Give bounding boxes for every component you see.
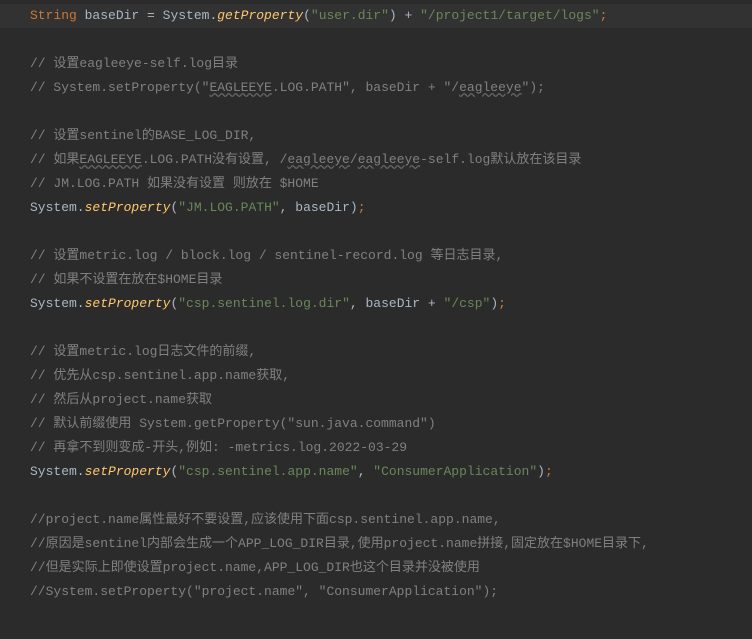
comment-line: // 然后从project.name获取 <box>30 388 742 412</box>
comment-line: // 设置sentinel的BASE_LOG_DIR, <box>30 124 742 148</box>
blank-line <box>30 28 742 52</box>
code-line: System.setProperty("csp.sentinel.app.nam… <box>30 460 742 484</box>
comment-line: //原因是sentinel内部会生成一个APP_LOG_DIR目录,使用proj… <box>30 532 742 556</box>
semicolon: ; <box>545 464 553 479</box>
operator: = <box>147 8 163 23</box>
blank-line <box>30 316 742 340</box>
semicolon: ; <box>358 200 366 215</box>
code-line: System.setProperty("JM.LOG.PATH", baseDi… <box>30 196 742 220</box>
comment-line: // System.setProperty("EAGLEEYE.LOG.PATH… <box>30 76 742 100</box>
string-literal: "/project1/target/logs" <box>420 8 599 23</box>
comment-line: // 设置metric.log / block.log / sentinel-r… <box>30 244 742 268</box>
paren: ) <box>490 296 498 311</box>
class-ref: System. <box>30 200 85 215</box>
keyword: String <box>30 8 77 23</box>
method-call: setProperty <box>85 296 171 311</box>
method-call: setProperty <box>85 200 171 215</box>
paren: ( <box>303 8 311 23</box>
class-ref: System. <box>30 464 85 479</box>
comma: , <box>280 200 296 215</box>
string-literal: "ConsumerApplication" <box>373 464 537 479</box>
method-call: getProperty <box>217 8 303 23</box>
code-line: System.setProperty("csp.sentinel.log.dir… <box>30 292 742 316</box>
code-line: String baseDir = System.getProperty("use… <box>0 4 752 28</box>
comma: , <box>350 296 366 311</box>
variable: baseDir <box>77 8 147 23</box>
string-literal: "csp.sentinel.log.dir" <box>178 296 350 311</box>
comment-line: // 默认前缀使用 System.getProperty("sun.java.c… <box>30 412 742 436</box>
class-ref: System. <box>30 296 85 311</box>
comment-line: // 如果不设置在放在$HOME目录 <box>30 268 742 292</box>
string-literal: "csp.sentinel.app.name" <box>178 464 357 479</box>
comment-line: // 如果EAGLEEYE.LOG.PATH没有设置, /eagleeye/ea… <box>30 148 742 172</box>
paren: ) <box>537 464 545 479</box>
class-ref: System. <box>163 8 218 23</box>
comment-line: //System.setProperty("project.name", "Co… <box>30 580 742 604</box>
semicolon: ; <box>600 8 608 23</box>
semicolon: ; <box>498 296 506 311</box>
variable: baseDir <box>366 296 421 311</box>
blank-line <box>30 484 742 508</box>
code-editor[interactable]: String baseDir = System.getProperty("use… <box>0 0 752 608</box>
comment-line: // 设置metric.log日志文件的前缀, <box>30 340 742 364</box>
comment-line: // 优先从csp.sentinel.app.name获取, <box>30 364 742 388</box>
blank-line <box>30 220 742 244</box>
blank-line <box>30 100 742 124</box>
comment-line: //但是实际上即使设置project.name,APP_LOG_DIR也这个目录… <box>30 556 742 580</box>
string-literal: "JM.LOG.PATH" <box>178 200 279 215</box>
comma: , <box>358 464 374 479</box>
string-literal: "/csp" <box>444 296 491 311</box>
operator: + <box>397 8 420 23</box>
variable: baseDir <box>295 200 350 215</box>
method-call: setProperty <box>85 464 171 479</box>
paren: ) <box>389 8 397 23</box>
comment-line: //project.name属性最好不要设置,应该使用下面csp.sentine… <box>30 508 742 532</box>
operator: + <box>420 296 443 311</box>
comment-line: // 再拿不到则变成-开头,例如: -metrics.log.2022-03-2… <box>30 436 742 460</box>
comment-line: // 设置eagleeye-self.log目录 <box>30 52 742 76</box>
paren: ) <box>350 200 358 215</box>
string-literal: "user.dir" <box>311 8 389 23</box>
comment-line: // JM.LOG.PATH 如果没有设置 则放在 $HOME <box>30 172 742 196</box>
